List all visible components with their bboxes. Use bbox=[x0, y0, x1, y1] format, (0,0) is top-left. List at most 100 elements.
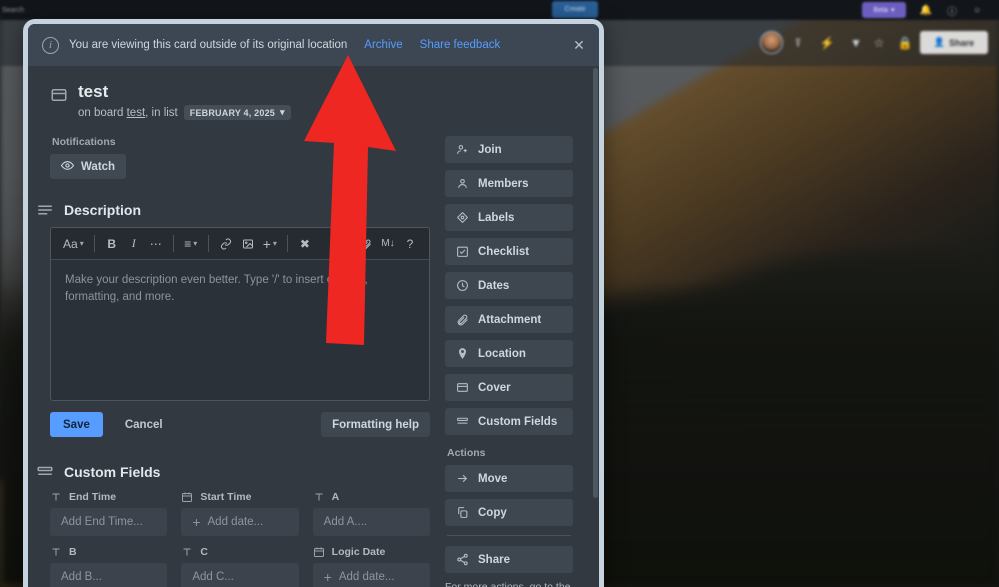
sidebar-item-location[interactable]: Location bbox=[445, 340, 573, 367]
sidebar-item-checklist[interactable]: Checklist bbox=[445, 238, 573, 265]
breadcrumb-middle: , in list bbox=[145, 106, 178, 119]
custom-field-input[interactable]: Add C... bbox=[181, 563, 299, 587]
save-button[interactable]: Save bbox=[50, 412, 103, 437]
custom-field-label: B bbox=[69, 546, 77, 558]
labels-icon bbox=[456, 211, 469, 224]
sidebar-item-label: Join bbox=[478, 143, 502, 156]
filter-icon[interactable]: ▼ bbox=[849, 36, 863, 50]
toolbar-divider bbox=[207, 235, 209, 252]
custom-field-name: B bbox=[50, 546, 167, 558]
sidebar-item-cover[interactable]: Cover bbox=[445, 374, 573, 401]
scrollbar-thumb[interactable] bbox=[593, 68, 598, 498]
board-share-button[interactable]: 👤 Share bbox=[920, 31, 988, 54]
sidebar-item-attachment[interactable]: Attachment bbox=[445, 306, 573, 333]
insert-button[interactable]: + ▾ bbox=[259, 232, 281, 256]
chevron-down-icon: ▾ bbox=[890, 7, 895, 14]
archive-link[interactable]: Archive bbox=[364, 39, 402, 51]
custom-field-input[interactable]: Add B... bbox=[50, 563, 168, 587]
lock-icon[interactable]: 🔒 bbox=[898, 36, 913, 50]
custom-field-placeholder: Add End Time... bbox=[61, 516, 143, 528]
markdown-button[interactable]: M↓ bbox=[377, 232, 399, 256]
card-header: test on board test , in list FEBRUARY 4,… bbox=[50, 82, 581, 120]
board-switch-icon[interactable]: ⍒ bbox=[791, 36, 805, 50]
help-button[interactable]: ? bbox=[399, 232, 421, 256]
sidebar-item-members[interactable]: Members bbox=[445, 170, 573, 197]
join-icon bbox=[456, 143, 469, 156]
custom-field-item: Start Time + Add date... bbox=[181, 491, 299, 536]
modal-scrollbar[interactable] bbox=[592, 66, 599, 587]
custom-field-input[interactable]: Add A.... bbox=[312, 508, 430, 536]
custom-field-input[interactable]: + Add date... bbox=[181, 508, 299, 536]
custom-field-item: A Add A.... bbox=[312, 491, 430, 536]
notifications-icon[interactable]: 🔔 bbox=[920, 4, 932, 16]
share-feedback-link[interactable]: Share feedback bbox=[420, 39, 501, 51]
list-selector[interactable]: FEBRUARY 4, 2025 ▾ bbox=[183, 105, 291, 120]
custom-field-input[interactable]: Add End Time... bbox=[50, 508, 168, 536]
sidebar-item-dates[interactable]: Dates bbox=[445, 272, 573, 299]
formatting-help-button[interactable]: Formatting help bbox=[321, 412, 430, 437]
link-button[interactable] bbox=[215, 232, 237, 256]
description-placeholder[interactable]: Make your description even better. Type … bbox=[51, 260, 429, 400]
custom-field-name: End Time bbox=[50, 491, 167, 503]
search-input[interactable]: Search bbox=[2, 7, 24, 14]
custom-field-label: Start Time bbox=[200, 491, 252, 503]
star-icon[interactable]: ☆ bbox=[872, 36, 886, 50]
watch-button[interactable]: Watch bbox=[50, 154, 127, 179]
custom-field-name: Start Time bbox=[181, 491, 298, 503]
more-formatting-button[interactable]: ⋯ bbox=[145, 232, 167, 256]
breadcrumb-prefix: on board bbox=[78, 106, 124, 119]
plus-icon: + bbox=[192, 514, 201, 530]
page-title: test bbox=[78, 82, 109, 101]
list-name: FEBRUARY 4, 2025 bbox=[189, 107, 275, 118]
custom-fields-icon bbox=[456, 415, 469, 428]
custom-field-placeholder: Add date... bbox=[207, 516, 264, 528]
close-icon[interactable]: ✕ bbox=[570, 36, 588, 54]
sidebar-action-label: Share bbox=[478, 553, 510, 566]
sidebar-item-label: Attachment bbox=[478, 313, 542, 326]
description-editor[interactable]: Aa ▾ B I ⋯ ≡ ▾ + ▾ ✖ M↓ ? Make your desc… bbox=[50, 227, 430, 401]
beta-dropdown[interactable]: Beta ▾ bbox=[862, 2, 906, 18]
toolbar-divider bbox=[93, 235, 95, 252]
sidebar-footnote: For more actions, go to the card's origi… bbox=[445, 580, 573, 587]
card-cover-icon bbox=[50, 86, 68, 104]
actions-label: Actions bbox=[447, 447, 486, 459]
sidebar-action-move[interactable]: Move bbox=[445, 465, 573, 492]
avatar[interactable] bbox=[760, 31, 783, 54]
card-detail-modal: i You are viewing this card outside of i… bbox=[23, 19, 604, 587]
attach-button[interactable] bbox=[355, 232, 377, 256]
automation-icon[interactable]: ⚡ bbox=[820, 36, 835, 50]
sidebar-action-label: Copy bbox=[478, 506, 507, 519]
custom-field-input[interactable]: + Add date... bbox=[312, 563, 430, 587]
clear-formatting-button[interactable]: ✖ bbox=[294, 232, 316, 256]
description-lines-icon bbox=[36, 201, 54, 219]
account-icon[interactable]: ○ bbox=[971, 4, 983, 16]
card-sidebar: Join Members Labels Checklist Dates Atta… bbox=[445, 136, 573, 587]
sidebar-item-join[interactable]: Join bbox=[445, 136, 573, 163]
custom-field-name: Logic Date bbox=[313, 546, 430, 558]
text-field-icon bbox=[50, 546, 62, 558]
custom-field-item: End Time Add End Time... bbox=[50, 491, 168, 536]
sidebar-item-label: Labels bbox=[478, 211, 515, 224]
description-header: Description bbox=[36, 201, 430, 219]
info-icon[interactable]: ⓘ bbox=[946, 4, 958, 18]
sidebar-item-custom-fields[interactable]: Custom Fields bbox=[445, 408, 573, 435]
bold-button[interactable]: B bbox=[101, 232, 123, 256]
custom-field-item: C Add C... bbox=[181, 546, 299, 587]
create-button[interactable]: Create bbox=[552, 1, 598, 18]
date-field-icon bbox=[181, 491, 193, 503]
sidebar-item-labels[interactable]: Labels bbox=[445, 204, 573, 231]
text-field-icon bbox=[313, 491, 325, 503]
sidebar-action-label: Move bbox=[478, 472, 508, 485]
text-field-icon bbox=[50, 491, 62, 503]
image-button[interactable] bbox=[237, 232, 259, 256]
sidebar-action-copy[interactable]: Copy bbox=[445, 499, 573, 526]
chevron-down-icon: ▾ bbox=[279, 107, 285, 117]
italic-button[interactable]: I bbox=[123, 232, 145, 256]
sidebar-action-share[interactable]: Share bbox=[445, 546, 573, 573]
cancel-button[interactable]: Cancel bbox=[125, 419, 163, 431]
arrow-right-icon bbox=[456, 472, 469, 485]
list-button[interactable]: ≡ ▾ bbox=[180, 232, 202, 256]
text-style-button[interactable]: Aa ▾ bbox=[59, 232, 88, 256]
custom-field-placeholder: Add date... bbox=[338, 571, 395, 583]
board-link[interactable]: test bbox=[127, 107, 146, 119]
